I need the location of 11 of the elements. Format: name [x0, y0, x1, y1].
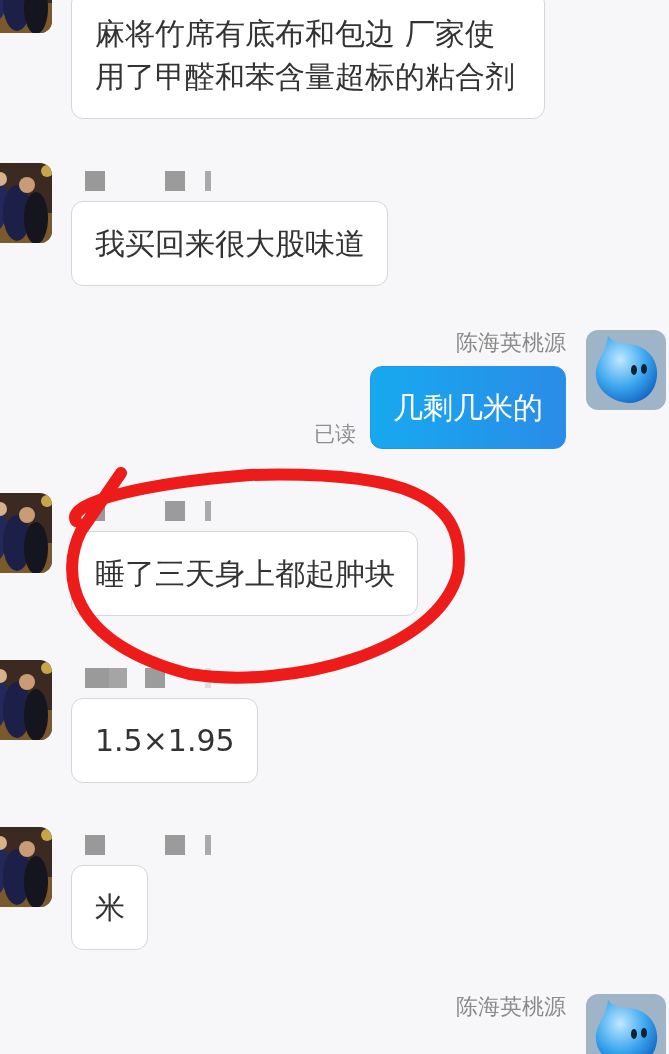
sender-name: 陈海英桃源: [456, 994, 566, 1020]
sender-name: 陈海英桃源: [456, 330, 566, 356]
message-bubble: 睡了三天身上都起肿块: [71, 531, 418, 616]
message-bubble: 我买回来很大股味道: [71, 201, 388, 286]
message-bubble: 1.5×1.95: [71, 698, 258, 783]
message-bubble: 米: [71, 865, 148, 950]
water-drop-avatar-icon: [586, 994, 666, 1054]
message-bubble: 几剩几米的: [370, 366, 566, 449]
water-drop-avatar-icon: [586, 330, 666, 410]
message-bubble: 麻将竹席有底布和包边 厂家使用了甲醛和苯含量超标的粘合剂: [71, 0, 545, 119]
read-receipt: 已读: [314, 421, 356, 447]
